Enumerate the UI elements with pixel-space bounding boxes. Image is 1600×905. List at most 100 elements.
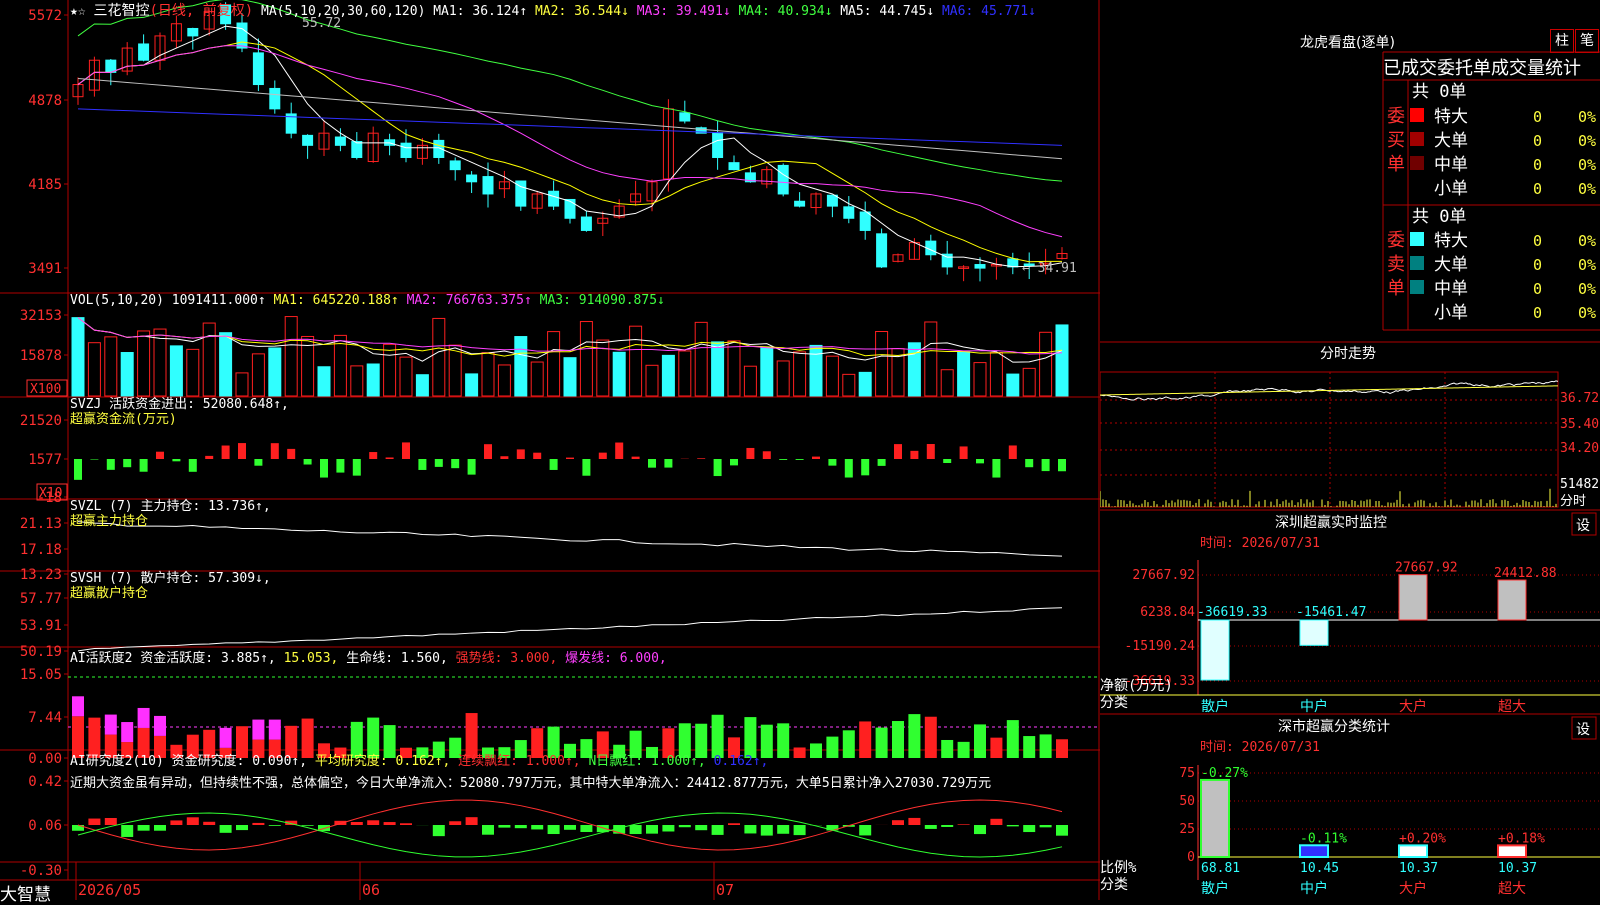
ai-res-bar: [515, 825, 527, 828]
vol-value: 1091411.000↑: [172, 293, 266, 308]
sc-ytick: 0: [1187, 850, 1195, 865]
sc-settings-button: 设: [1576, 722, 1590, 738]
svzl-line2: 超赢主力持仓: [70, 514, 271, 529]
buy-total: 共 0单: [1412, 82, 1466, 102]
kline-tick-label: 4878: [28, 93, 62, 109]
vol-bar: [1040, 332, 1052, 396]
svzj-bar: [435, 459, 443, 467]
vol-bar: [580, 322, 592, 396]
vol-bar: [810, 345, 822, 396]
vol-bar: [220, 333, 232, 396]
candle-body: [352, 142, 362, 158]
svzj-unit: X10: [39, 486, 62, 501]
sz-ytick: -15190.24: [1125, 639, 1196, 654]
svzj-bar: [828, 459, 836, 466]
svzj-bar: [632, 457, 640, 459]
vol-ma3: MA3: 914090.875↓: [540, 293, 665, 308]
svzj-bar: [172, 459, 180, 461]
svzj-bar: [238, 443, 246, 459]
star-icon[interactable]: ★: [70, 4, 78, 19]
sell-row-value: 0: [1533, 232, 1542, 250]
vol-unit: X100: [30, 382, 61, 397]
vol-bar: [695, 322, 707, 396]
buy-row-pct: 0%: [1578, 132, 1596, 150]
svzj-bar: [1058, 459, 1066, 471]
ai2-h5: 爆发线: 6.000,: [565, 651, 667, 666]
sz-xlabel: 分类: [1100, 695, 1128, 711]
vol-bar: [449, 345, 461, 396]
airesearch-tick-label: 0.06: [28, 818, 62, 834]
ai2-tick-label: 0.00: [28, 751, 62, 767]
vol-bar: [72, 318, 84, 396]
sz-bar-label: -36619.33: [1197, 605, 1267, 620]
svzj-bar: [271, 443, 279, 459]
sell-row-swatch: [1410, 232, 1424, 246]
ai-comment: 近期大资金虽有异动，但持续性不强，总体偏空，今日大单净流入：52080.797万…: [70, 772, 1100, 791]
vol-bar: [564, 358, 576, 396]
vol-bar: [1007, 374, 1019, 396]
svzj-bar: [714, 459, 722, 476]
sc-bar-top-label: -0.11%: [1300, 831, 1347, 846]
vol-tick-label: 32153: [20, 308, 62, 324]
sc-bar-bottom-label: 10.37: [1498, 861, 1537, 876]
airesearch-tick-label: -0.30: [20, 863, 62, 879]
svzj-bar: [615, 443, 623, 459]
svzl-header: SVZL (7) 主力持仓: 13.736↑, 超赢主力持仓: [70, 499, 271, 529]
ai-res-bar: [236, 825, 248, 830]
ai2-burst-bar: [252, 720, 264, 740]
ai-res-bar: [580, 825, 592, 832]
vol-bar: [826, 356, 838, 396]
sell-row-value: 0: [1533, 304, 1542, 322]
ai-res-bar: [220, 825, 232, 833]
ai-res-bar: [482, 825, 494, 835]
vol-bar: [958, 352, 970, 396]
candle-body: [467, 175, 477, 182]
svzj-bar: [730, 459, 738, 465]
ai-res-bar: [941, 825, 953, 827]
svzj-bar: [845, 459, 853, 478]
vol-bar: [318, 367, 330, 396]
ma-label: MA(5,10,20,30,60,120): [261, 4, 425, 19]
sell-row-pct: 0%: [1578, 280, 1596, 298]
candle-body: [303, 135, 313, 145]
svzj-bar: [517, 449, 525, 459]
vol-bar: [203, 323, 215, 396]
brand-label: 大智慧: [0, 880, 51, 905]
ai-res-bar: [88, 819, 100, 825]
ai-res-bar: [695, 825, 707, 830]
ai-res-bar: [1007, 825, 1019, 826]
ai-res-bar: [958, 824, 970, 825]
ai2-h4: 强势线: 3.000,: [456, 651, 558, 666]
x-label: 06: [362, 881, 380, 899]
sell-row-name: 中单: [1434, 279, 1468, 299]
svzj-bar: [386, 457, 394, 459]
candle-body: [188, 28, 198, 35]
svzj-bar: [451, 459, 459, 468]
sc-bar-bottom-label: 68.81: [1201, 861, 1240, 876]
candle-body: [139, 44, 149, 60]
ai2-tick-label: 7.44: [28, 710, 62, 726]
candle-body: [729, 163, 739, 170]
svzj-bar: [960, 446, 968, 459]
sc-time: 时间: 2026/07/31: [1200, 740, 1320, 755]
sc-bar-bottom-label: 10.45: [1300, 861, 1339, 876]
vol-bar: [744, 366, 756, 396]
buy-row-pct: 0%: [1578, 180, 1596, 198]
sc-ytick: 25: [1179, 822, 1195, 837]
svzj-tick-label: 1577: [28, 452, 62, 468]
sell-row-swatch: [1410, 256, 1424, 270]
right-panel-graphics: 委买单委卖单共 0单共 0单特大00%大单00%中单00%小单00%特大00%大…: [1100, 0, 1600, 900]
svzj-bar: [140, 459, 148, 472]
svzj-bar: [189, 459, 197, 472]
ai-res-bar: [794, 825, 806, 835]
ai2-burst-bar: [105, 715, 117, 735]
buy-row-name: 大单: [1434, 131, 1468, 151]
svzj-bar: [697, 458, 705, 459]
favorite-icon[interactable]: ☆: [78, 4, 86, 19]
vol-bar: [974, 363, 986, 396]
sc-cat: 超大: [1498, 881, 1526, 897]
ai-res-bar: [1056, 825, 1068, 836]
svzj-bar: [1042, 459, 1050, 471]
svzj-bar: [1009, 445, 1017, 459]
candle-body: [335, 137, 345, 145]
